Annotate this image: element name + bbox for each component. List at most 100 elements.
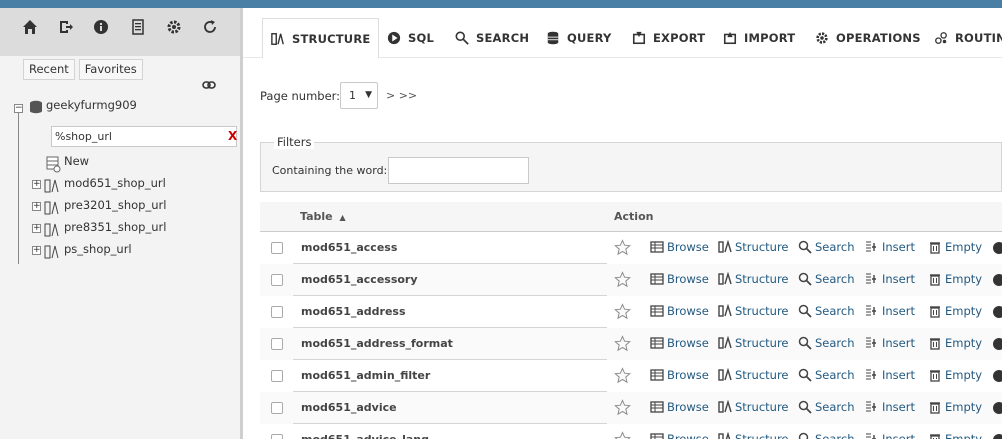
tab-structure[interactable]: STRUCTURE — [262, 18, 380, 58]
table-name-link[interactable]: mod651_address_format — [301, 337, 453, 350]
tab-routines[interactable]: ROUTIN — [934, 18, 1002, 58]
info-icon[interactable] — [92, 18, 110, 36]
insert-action[interactable]: Insert — [865, 272, 915, 286]
favorite-star-icon[interactable] — [614, 367, 631, 384]
table-name-link[interactable]: mod651_address — [301, 305, 406, 318]
page-number-select[interactable]: 1 ▼ — [340, 82, 378, 109]
browse-action[interactable]: Browse — [650, 368, 709, 382]
empty-action[interactable]: Empty — [928, 400, 982, 414]
browse-action[interactable]: Browse — [650, 400, 709, 414]
row-checkbox[interactable] — [271, 306, 283, 318]
favorite-star-icon[interactable] — [614, 335, 631, 352]
search-action[interactable]: Search — [798, 240, 855, 254]
home-icon[interactable] — [21, 18, 39, 36]
search-action[interactable]: Search — [798, 432, 855, 439]
insert-action[interactable]: Insert — [865, 368, 915, 382]
tab-query[interactable]: QUERY — [546, 18, 612, 58]
tab-search[interactable]: SEARCH — [455, 18, 529, 58]
structure-action[interactable]: Structure — [718, 240, 789, 254]
favorites-tab[interactable]: Favorites — [78, 59, 143, 80]
action-label: Insert — [882, 272, 915, 286]
row-checkbox[interactable] — [271, 402, 283, 414]
table-name-link[interactable]: mod651_admin_filter — [301, 369, 430, 382]
page-number-value: 1 — [349, 89, 356, 102]
tree-table-item[interactable]: pre8351_shop_url — [64, 220, 166, 234]
row-checkbox[interactable] — [271, 242, 283, 254]
collapse-db-toggle[interactable]: − — [14, 104, 23, 113]
drop-table-icon[interactable] — [993, 434, 1002, 439]
favorite-star-icon[interactable] — [614, 271, 631, 288]
favorite-star-icon[interactable] — [614, 303, 631, 320]
structure-action[interactable]: Structure — [718, 272, 789, 286]
search-action[interactable]: Search — [798, 304, 855, 318]
structure-action[interactable]: Structure — [718, 432, 789, 439]
row-checkbox[interactable] — [271, 434, 283, 439]
drop-table-icon[interactable] — [993, 370, 1002, 382]
expand-table-toggle[interactable]: + — [32, 202, 41, 211]
search-action[interactable]: Search — [798, 336, 855, 350]
tree-table-item[interactable]: ps_shop_url — [64, 242, 132, 256]
empty-action[interactable]: Empty — [928, 272, 982, 286]
empty-icon — [928, 400, 942, 414]
empty-action[interactable]: Empty — [928, 336, 982, 350]
browse-action[interactable]: Browse — [650, 240, 709, 254]
structure-action[interactable]: Structure — [718, 304, 789, 318]
tab-export[interactable]: EXPORT — [632, 18, 705, 58]
table-name-link[interactable]: mod651_advice_lang — [301, 433, 429, 439]
empty-action[interactable]: Empty — [928, 432, 982, 439]
row-checkbox[interactable] — [271, 274, 283, 286]
docs-icon[interactable] — [129, 18, 147, 36]
row-checkbox[interactable] — [271, 338, 283, 350]
insert-action[interactable]: Insert — [865, 240, 915, 254]
expand-table-toggle[interactable]: + — [32, 246, 41, 255]
recent-tab[interactable]: Recent — [23, 59, 75, 80]
table-name-link[interactable]: mod651_advice — [301, 401, 397, 414]
structure-action[interactable]: Structure — [718, 336, 789, 350]
link-with-main-icon[interactable] — [202, 80, 216, 90]
logout-icon[interactable] — [57, 18, 75, 36]
drop-table-icon[interactable] — [993, 274, 1002, 286]
table-name-link[interactable]: mod651_accessory — [301, 273, 418, 286]
row-checkbox[interactable] — [271, 370, 283, 382]
drop-table-icon[interactable] — [993, 402, 1002, 414]
favorite-star-icon[interactable] — [614, 399, 631, 416]
table-filter-input[interactable] — [51, 126, 237, 147]
new-table-link[interactable]: New — [64, 154, 89, 168]
search-action[interactable]: Search — [798, 368, 855, 382]
filter-word-input[interactable] — [388, 157, 529, 184]
reload-icon[interactable] — [201, 18, 219, 36]
favorite-star-icon[interactable] — [614, 431, 631, 439]
tab-sql[interactable]: SQL — [387, 18, 434, 58]
browse-action[interactable]: Browse — [650, 336, 709, 350]
expand-table-toggle[interactable]: + — [32, 224, 41, 233]
empty-action[interactable]: Empty — [928, 304, 982, 318]
tab-operations[interactable]: OPERATIONS — [815, 18, 921, 58]
expand-table-toggle[interactable]: + — [32, 180, 41, 189]
insert-action[interactable]: Insert — [865, 336, 915, 350]
next-page-link[interactable]: > >> — [386, 89, 417, 102]
browse-action[interactable]: Browse — [650, 432, 709, 439]
insert-action[interactable]: Insert — [865, 304, 915, 318]
table-column-header[interactable]: Table ▲ — [300, 210, 346, 223]
drop-table-icon[interactable] — [993, 242, 1002, 254]
tab-import[interactable]: IMPORT — [723, 18, 795, 58]
tree-table-item[interactable]: mod651_shop_url — [64, 176, 166, 190]
browse-action[interactable]: Browse — [650, 304, 709, 318]
clear-filter-button[interactable]: X — [228, 129, 237, 143]
search-action[interactable]: Search — [798, 272, 855, 286]
settings-gear-icon[interactable] — [165, 18, 183, 36]
structure-action[interactable]: Structure — [718, 368, 789, 382]
insert-action[interactable]: Insert — [865, 432, 915, 439]
favorite-star-icon[interactable] — [614, 239, 631, 256]
database-name[interactable]: geekyfurmg909 — [46, 98, 137, 112]
empty-action[interactable]: Empty — [928, 368, 982, 382]
browse-action[interactable]: Browse — [650, 272, 709, 286]
empty-action[interactable]: Empty — [928, 240, 982, 254]
drop-table-icon[interactable] — [993, 338, 1002, 350]
insert-action[interactable]: Insert — [865, 400, 915, 414]
structure-action[interactable]: Structure — [718, 400, 789, 414]
table-name-link[interactable]: mod651_access — [301, 241, 397, 254]
search-action[interactable]: Search — [798, 400, 855, 414]
tree-table-item[interactable]: pre3201_shop_url — [64, 198, 166, 212]
drop-table-icon[interactable] — [993, 306, 1002, 318]
